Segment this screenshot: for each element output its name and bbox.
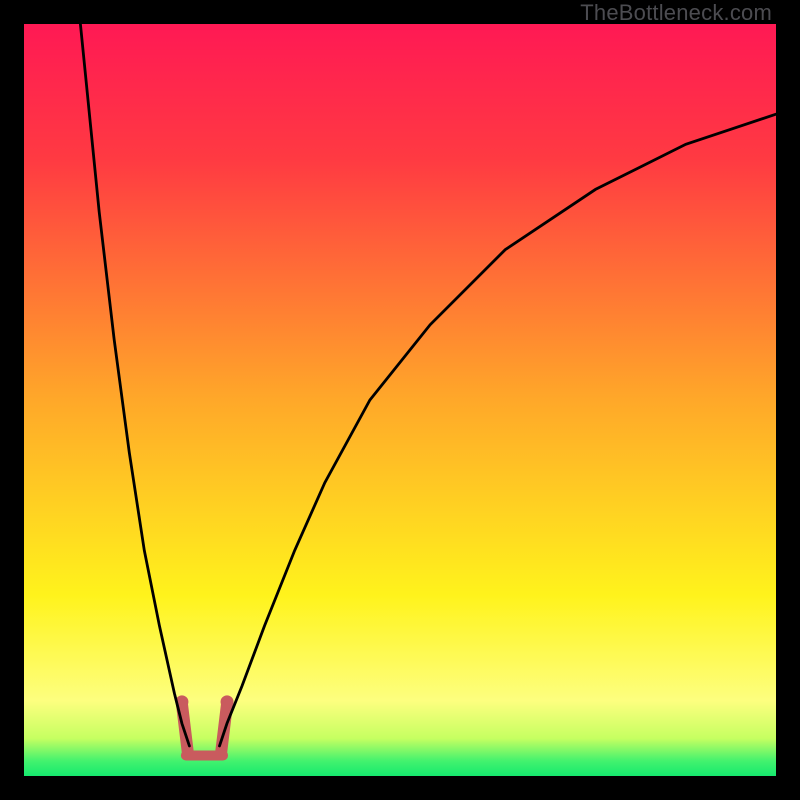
chart-frame: TheBottleneck.com — [0, 0, 800, 800]
plot-area — [24, 24, 776, 776]
curve-left-branch — [80, 24, 189, 746]
bottleneck-curve — [24, 24, 776, 776]
watermark-text: TheBottleneck.com — [580, 0, 772, 26]
curve-right-branch — [220, 114, 777, 746]
minima-markers — [175, 695, 233, 755]
